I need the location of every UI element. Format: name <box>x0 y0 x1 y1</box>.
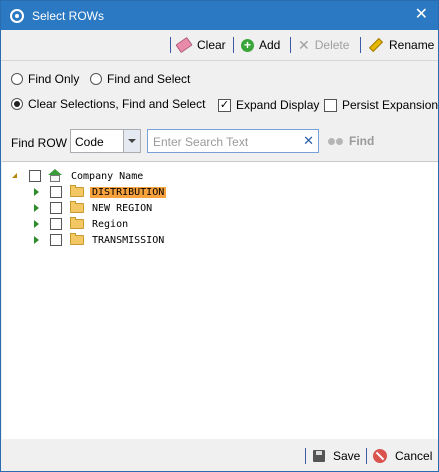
find-row-label: Find ROW <box>11 136 68 150</box>
clear-search-icon[interactable]: ✕ <box>303 133 314 149</box>
find-button-label: Find <box>349 134 375 148</box>
tree-root-row[interactable]: Company Name <box>12 168 145 184</box>
title-bar: Select ROWs ✕ <box>1 1 438 30</box>
folder-icon <box>70 233 84 245</box>
clear-button-label: Clear <box>197 38 226 52</box>
toolbar-divider <box>290 37 291 53</box>
footer-divider <box>366 448 367 464</box>
find-and-select-radio[interactable] <box>90 73 102 85</box>
tree-row[interactable]: TRANSMISSION <box>33 232 166 248</box>
tree-node-label[interactable]: Company Name <box>69 171 145 182</box>
rename-button[interactable]: Rename <box>368 37 435 53</box>
expand-arrow-icon[interactable] <box>33 204 41 212</box>
app-icon <box>10 8 24 23</box>
tree-node-label[interactable]: TRANSMISSION <box>90 235 166 246</box>
toolbar-divider <box>170 37 171 53</box>
search-field[interactable]: ✕ <box>147 129 319 153</box>
tree-node-label[interactable]: NEW REGION <box>90 203 154 214</box>
clear-find-select-option[interactable]: Clear Selections, Find and Select <box>11 97 205 111</box>
persist-expansion-checkbox[interactable] <box>324 98 337 112</box>
clear-button[interactable]: Clear <box>175 36 226 54</box>
expand-arrow-icon[interactable] <box>33 220 41 228</box>
toolbar: Clear + Add ✕ Delete Rename <box>1 30 438 61</box>
footer-divider <box>305 448 306 464</box>
expand-display-option[interactable]: ✓ Expand Display <box>218 98 319 112</box>
cancel-button[interactable]: Cancel <box>373 448 432 464</box>
tree-checkbox[interactable] <box>29 170 41 182</box>
row-tree: Company Name DISTRIBUTION NEW REGION Reg… <box>2 161 438 440</box>
find-only-radio[interactable] <box>11 73 23 85</box>
dialog-footer: Save Cancel <box>1 439 438 471</box>
add-button[interactable]: + Add <box>241 37 280 53</box>
tree-checkbox[interactable] <box>50 186 62 198</box>
select-rows-dialog: Select ROWs ✕ Clear + Add ✕ Delete Renam… <box>0 0 439 472</box>
find-and-select-option[interactable]: Find and Select <box>90 72 190 86</box>
add-icon: + <box>241 38 254 52</box>
find-and-select-label: Find and Select <box>107 72 191 86</box>
tree-checkbox[interactable] <box>50 202 62 214</box>
expand-display-checkbox[interactable]: ✓ <box>218 98 231 112</box>
cancel-button-label: Cancel <box>395 449 433 463</box>
tree-node-label[interactable]: DISTRIBUTION <box>90 186 167 198</box>
persist-expansion-option[interactable]: Persist Expansion <box>324 98 438 112</box>
toolbar-divider <box>233 37 234 53</box>
tree-checkbox[interactable] <box>50 234 62 246</box>
search-input[interactable] <box>151 131 305 153</box>
expand-arrow-icon[interactable] <box>33 188 41 196</box>
expand-arrow-icon[interactable] <box>33 236 41 244</box>
add-button-label: Add <box>259 38 281 52</box>
home-icon <box>48 169 63 183</box>
binoculars-icon <box>328 137 344 146</box>
tree-node-label[interactable]: Region <box>90 219 130 230</box>
folder-icon <box>70 201 84 213</box>
delete-button-label: Delete <box>314 38 350 52</box>
tree-checkbox[interactable] <box>50 218 62 230</box>
tree-row[interactable]: Region <box>33 216 130 232</box>
folder-icon <box>70 217 84 229</box>
tree-row[interactable]: NEW REGION <box>33 200 154 216</box>
find-button[interactable]: Find <box>328 134 374 148</box>
expand-display-label: Expand Display <box>236 98 320 112</box>
chevron-down-icon[interactable] <box>123 130 140 152</box>
find-field-value: Code <box>75 135 104 149</box>
persist-expansion-label: Persist Expansion <box>342 98 439 112</box>
find-only-option[interactable]: Find Only <box>11 72 79 86</box>
pencil-icon <box>368 37 384 53</box>
cancel-icon <box>373 449 387 463</box>
eraser-icon <box>175 36 193 54</box>
save-button[interactable]: Save <box>313 448 360 464</box>
find-only-label: Find Only <box>28 72 80 86</box>
clear-find-select-label: Clear Selections, Find and Select <box>28 97 206 111</box>
tree-row[interactable]: DISTRIBUTION <box>33 184 167 200</box>
find-field-select[interactable]: Code <box>70 129 141 153</box>
folder-icon <box>70 185 84 197</box>
close-icon[interactable]: ✕ <box>415 7 428 23</box>
rename-button-label: Rename <box>389 38 435 52</box>
clear-find-select-radio[interactable] <box>11 98 23 110</box>
collapse-arrow-icon[interactable] <box>12 172 20 180</box>
delete-icon: ✕ <box>298 36 310 53</box>
window-title: Select ROWs <box>32 8 105 23</box>
save-button-label: Save <box>333 449 361 463</box>
delete-button[interactable]: ✕ Delete <box>298 37 349 53</box>
save-disk-icon <box>313 450 325 462</box>
toolbar-divider <box>360 37 361 53</box>
